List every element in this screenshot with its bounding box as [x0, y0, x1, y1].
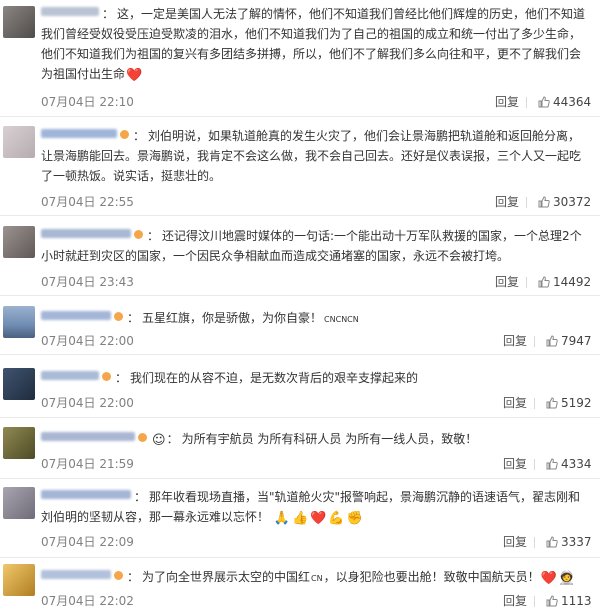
- avatar[interactable]: [3, 226, 35, 258]
- reply-button[interactable]: 回复: [495, 195, 519, 209]
- comment-item: ：我们现在的从容不迫，是无数次背后的艰辛支撑起来的 07月04日 22:00 回…: [0, 355, 600, 418]
- comment-item: ：刘伯明说，如果轨道舱真的发生火灾了，他们会让景海鹏把轨道舱和返回舱分离，让景海…: [0, 117, 600, 216]
- comment-item: ：那年收看现场直播，当"轨道舱火灾"报警响起，景海鹏沉静的语速语气，翟志刚和刘伯…: [0, 479, 600, 558]
- username[interactable]: [41, 7, 99, 16]
- smile-emoji-icon: ☺: [152, 433, 166, 448]
- comment-text: ：这，一定是美国人无法了解的情怀，他们不知道我们曾经比他们辉煌的历史，他们不知道…: [41, 7, 586, 83]
- like-button[interactable]: 5192: [546, 396, 592, 410]
- comment-time: 07月04日 22:00: [41, 334, 134, 348]
- divider: [526, 97, 527, 108]
- fist-emoji-icon: ✊: [346, 511, 363, 526]
- comment-text: ：刘伯明说，如果轨道舱真的发生火灾了，他们会让景海鹏把轨道舱和返回舱分离，让景海…: [41, 129, 582, 183]
- thumbs-up-icon: [538, 276, 550, 288]
- reply-button[interactable]: 回复: [495, 275, 519, 289]
- like-button[interactable]: 3337: [546, 535, 592, 549]
- comment-time: 07月04日 22:02: [41, 594, 134, 608]
- avatar[interactable]: [3, 487, 35, 519]
- divider: [534, 398, 535, 409]
- divider: [526, 197, 527, 208]
- like-button[interactable]: 4334: [546, 457, 592, 471]
- comment-time: 07月04日 21:59: [41, 457, 134, 471]
- muscle-emoji-icon: 💪: [328, 511, 345, 526]
- username[interactable]: [41, 311, 111, 320]
- divider: [534, 336, 535, 347]
- thumbs-up-icon: [546, 335, 558, 347]
- like-button[interactable]: 7947: [546, 334, 592, 348]
- vip-badge-icon: [138, 433, 147, 442]
- thumbs-up-icon: [546, 397, 558, 409]
- divider: [534, 459, 535, 470]
- comment-text: ：还记得汶川地震时媒体的一句话:一个能出动十万军队救援的国家，一个总理2个小时就…: [41, 229, 582, 263]
- comment-time: 07月04日 22:55: [41, 195, 134, 209]
- reply-button[interactable]: 回复: [495, 95, 519, 109]
- reply-button[interactable]: 回复: [503, 334, 527, 348]
- thumbs-up-icon: [546, 536, 558, 548]
- avatar[interactable]: [3, 126, 35, 158]
- comment-text: ：我们现在的从容不迫，是无数次背后的艰辛支撑起来的: [41, 368, 592, 388]
- like-button[interactable]: 14492: [538, 275, 591, 289]
- comment-text: ：那年收看现场直播，当"轨道舱火灾"报警响起，景海鹏沉静的语速语气，翟志刚和刘伯…: [41, 490, 581, 526]
- comment-text: ：为了向全世界展示太空的中国红CN，以身犯险也要出舱！致敬中国航天员！❤️ 🧑‍🚀: [41, 567, 592, 589]
- reply-button[interactable]: 回复: [503, 535, 527, 549]
- comment-item: ：还记得汶川地震时媒体的一句话:一个能出动十万军队救援的国家，一个总理2个小时就…: [0, 216, 600, 296]
- avatar[interactable]: [3, 306, 35, 338]
- heart-emoji-icon: ❤️: [540, 571, 557, 586]
- avatar[interactable]: [3, 6, 35, 38]
- comment-time: 07月04日 22:10: [41, 95, 134, 109]
- username[interactable]: [41, 229, 131, 238]
- comment-time: 07月04日 22:00: [41, 396, 134, 410]
- like-button[interactable]: 30372: [538, 195, 591, 209]
- comment-item: ☺： 为所有宇航员 为所有科研人员 为所有一线人员，致敬！ 07月04日 21:5…: [0, 418, 600, 479]
- vip-badge-icon: [120, 130, 129, 139]
- thumbs-up-emoji-icon: 👍: [292, 511, 309, 526]
- reply-button[interactable]: 回复: [503, 594, 527, 608]
- comment-text: ☺： 为所有宇航员 为所有科研人员 为所有一线人员，致敬！: [41, 429, 592, 449]
- avatar[interactable]: [3, 368, 35, 400]
- thumbs-up-icon: [546, 595, 558, 607]
- heart-emoji-icon: ❤️: [310, 511, 327, 526]
- username[interactable]: [41, 570, 111, 579]
- comment-list: ：这，一定是美国人无法了解的情怀，他们不知道我们曾经比他们辉煌的历史，他们不知道…: [0, 0, 600, 616]
- comment-item: ：这，一定是美国人无法了解的情怀，他们不知道我们曾经比他们辉煌的历史，他们不知道…: [0, 0, 600, 117]
- comment-time: 07月04日 23:43: [41, 275, 134, 289]
- avatar[interactable]: [3, 427, 35, 459]
- like-button[interactable]: 1113: [546, 594, 592, 608]
- vip-badge-icon: [114, 312, 123, 321]
- pray-emoji-icon: 🙏: [273, 511, 291, 526]
- divider: [534, 596, 535, 607]
- username[interactable]: [41, 371, 99, 380]
- username[interactable]: [41, 490, 131, 499]
- divider: [534, 537, 535, 548]
- comment-item: ：五星红旗，你是骄傲，为你自豪！ CNCNCN 07月04日 22:00 回复 7…: [0, 296, 600, 355]
- heart-emoji-icon: ❤️: [126, 68, 143, 83]
- like-button[interactable]: 44364: [538, 95, 591, 109]
- vip-badge-icon: [134, 230, 143, 239]
- vip-badge-icon: [114, 571, 123, 580]
- username[interactable]: [41, 129, 117, 138]
- thumbs-up-icon: [538, 96, 550, 108]
- thumbs-up-icon: [546, 458, 558, 470]
- divider: [526, 277, 527, 288]
- comment-text: ：五星红旗，你是骄傲，为你自豪！ CNCNCN: [41, 308, 592, 330]
- astronaut-emoji-icon: 🧑‍🚀: [558, 571, 575, 586]
- username[interactable]: [41, 432, 135, 441]
- comment-time: 07月04日 22:09: [41, 535, 134, 549]
- vip-badge-icon: [102, 372, 111, 381]
- reply-button[interactable]: 回复: [503, 396, 527, 410]
- comment-item: ：为了向全世界展示太空的中国红CN，以身犯险也要出舱！致敬中国航天员！❤️ 🧑‍🚀…: [0, 558, 600, 616]
- reply-button[interactable]: 回复: [503, 457, 527, 471]
- avatar[interactable]: [3, 564, 35, 596]
- thumbs-up-icon: [538, 196, 550, 208]
